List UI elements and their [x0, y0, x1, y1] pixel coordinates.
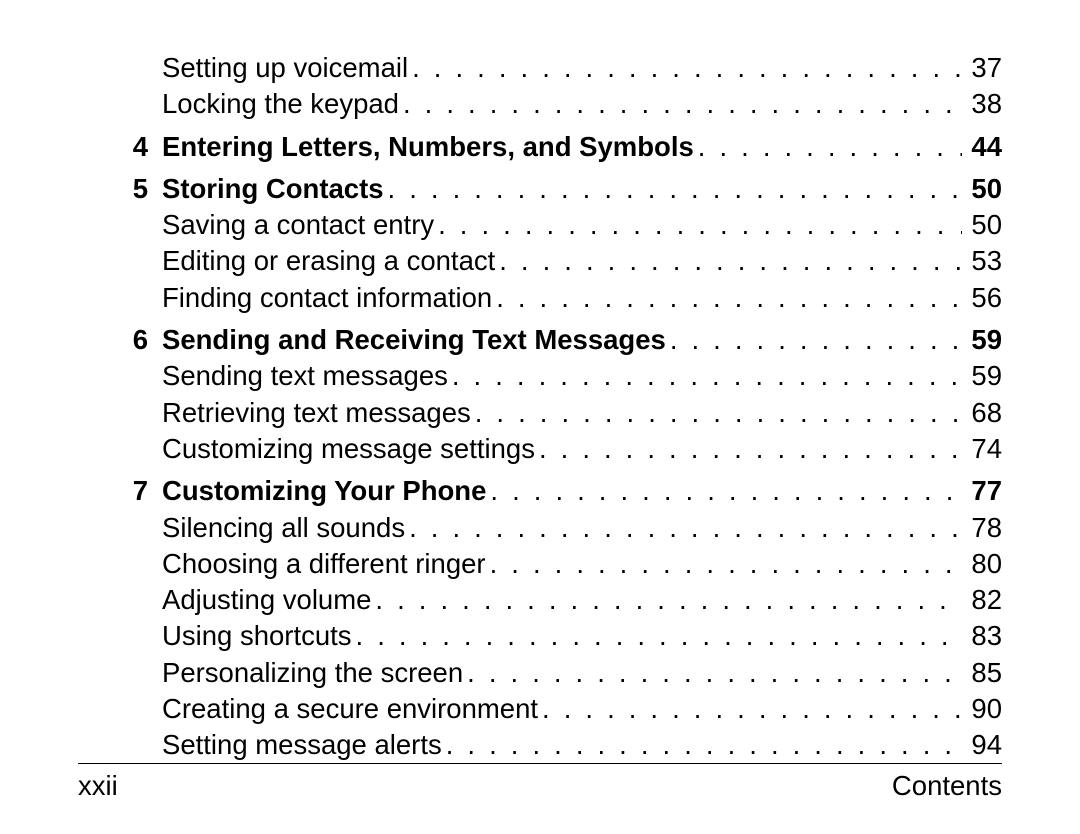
toc-sub-row: Silencing all sounds 78 — [78, 510, 1002, 546]
toc-entry-title: Retrieving text messages — [162, 395, 471, 431]
toc-entry-title: Adjusting volume — [162, 582, 371, 618]
toc-entry-title: Setting up voicemail — [162, 50, 408, 86]
footer-page-number: xxii — [78, 770, 118, 802]
toc-entry-page: 59 — [962, 322, 1002, 358]
toc-dot-leader — [405, 510, 962, 546]
toc-dot-leader — [538, 691, 962, 727]
toc-entry-page: 37 — [962, 50, 1002, 86]
toc-chapter-number: 6 — [78, 322, 162, 358]
toc-entry-page: 83 — [962, 618, 1002, 654]
toc-dot-leader — [371, 582, 962, 618]
toc-entry-page: 38 — [962, 86, 1002, 122]
toc-entry-title: Sending text messages — [162, 358, 448, 394]
toc-dot-leader — [535, 431, 962, 467]
footer-section-label: Contents — [892, 770, 1002, 802]
toc-dot-leader — [352, 618, 962, 654]
toc-dot-leader — [495, 243, 962, 279]
toc-sub-row: Locking the keypad 38 — [78, 86, 1002, 122]
toc-dot-leader — [399, 86, 962, 122]
toc-dot-leader — [486, 546, 962, 582]
toc-sub-row: Using shortcuts 83 — [78, 618, 1002, 654]
toc-sub-row: Finding contact information 56 — [78, 280, 1002, 316]
toc-entry-page: 77 — [962, 473, 1002, 509]
toc-entry-page: 74 — [962, 431, 1002, 467]
toc-entry-page: 44 — [962, 129, 1002, 165]
toc-entry-title: Saving a contact entry — [162, 207, 434, 243]
toc-entry-title: Customizing Your Phone — [162, 473, 486, 509]
toc-entry-title: Locking the keypad — [162, 86, 399, 122]
toc-entry-page: 50 — [962, 171, 1002, 207]
toc-dot-leader — [408, 50, 962, 86]
toc-sub-row: Setting up voicemail 37 — [78, 50, 1002, 86]
toc-entry-page: 94 — [962, 727, 1002, 763]
toc-entry-page: 78 — [962, 510, 1002, 546]
toc-dot-leader — [463, 655, 962, 691]
toc-entry-title: Silencing all sounds — [162, 510, 405, 546]
toc-sub-row: Saving a contact entry 50 — [78, 207, 1002, 243]
toc-entry-page: 90 — [962, 691, 1002, 727]
toc-chapter-number: 7 — [78, 473, 162, 509]
toc-entry-page: 82 — [962, 582, 1002, 618]
toc-entry-page: 68 — [962, 395, 1002, 431]
toc-chapter-row: 5Storing Contacts 50 — [78, 171, 1002, 207]
toc-sub-row: Customizing message settings 74 — [78, 431, 1002, 467]
toc-chapter-row: 7Customizing Your Phone 77 — [78, 473, 1002, 509]
toc-entry-page: 59 — [962, 358, 1002, 394]
toc-entry-title: Editing or erasing a contact — [162, 243, 495, 279]
toc-entry-title: Sending and Receiving Text Messages — [162, 322, 666, 358]
toc-sub-row: Creating a secure environment 90 — [78, 691, 1002, 727]
toc-entry-page: 56 — [962, 280, 1002, 316]
table-of-contents: Setting up voicemail37Locking the keypad… — [78, 50, 1002, 764]
toc-sub-row: Setting message alerts 94 — [78, 727, 1002, 763]
toc-dot-leader — [384, 171, 962, 207]
toc-entry-title: Storing Contacts — [162, 171, 384, 207]
toc-entry-page: 53 — [962, 243, 1002, 279]
toc-dot-leader — [442, 727, 962, 763]
toc-chapter-row: 6Sending and Receiving Text Messages 59 — [78, 322, 1002, 358]
page-footer: xxii Contents — [78, 763, 1002, 802]
toc-sub-row: Sending text messages 59 — [78, 358, 1002, 394]
toc-entry-title: Setting message alerts — [162, 727, 442, 763]
toc-entry-page: 50 — [962, 207, 1002, 243]
toc-dot-leader — [492, 280, 962, 316]
toc-entry-title: Creating a secure environment — [162, 691, 538, 727]
toc-entry-title: Using shortcuts — [162, 618, 352, 654]
toc-chapter-row: 4Entering Letters, Numbers, and Symbols 4… — [78, 129, 1002, 165]
toc-sub-row: Personalizing the screen 85 — [78, 655, 1002, 691]
toc-sub-row: Adjusting volume 82 — [78, 582, 1002, 618]
toc-entry-title: Customizing message settings — [162, 431, 535, 467]
toc-entry-title: Entering Letters, Numbers, and Symbols — [162, 129, 694, 165]
toc-dot-leader — [666, 322, 962, 358]
toc-dot-leader — [448, 358, 962, 394]
toc-entry-page: 85 — [962, 655, 1002, 691]
toc-sub-row: Editing or erasing a contact 53 — [78, 243, 1002, 279]
toc-entry-title: Finding contact information — [162, 280, 492, 316]
toc-dot-leader — [694, 129, 962, 165]
toc-entry-page: 80 — [962, 546, 1002, 582]
toc-dot-leader — [434, 207, 962, 243]
toc-entry-title: Choosing a different ringer — [162, 546, 486, 582]
toc-sub-row: Retrieving text messages 68 — [78, 395, 1002, 431]
toc-dot-leader — [486, 473, 962, 509]
toc-chapter-number: 5 — [78, 171, 162, 207]
toc-dot-leader — [471, 395, 962, 431]
page: Setting up voicemail37Locking the keypad… — [0, 0, 1080, 834]
toc-entry-title: Personalizing the screen — [162, 655, 463, 691]
toc-chapter-number: 4 — [78, 129, 162, 165]
toc-sub-row: Choosing a different ringer 80 — [78, 546, 1002, 582]
